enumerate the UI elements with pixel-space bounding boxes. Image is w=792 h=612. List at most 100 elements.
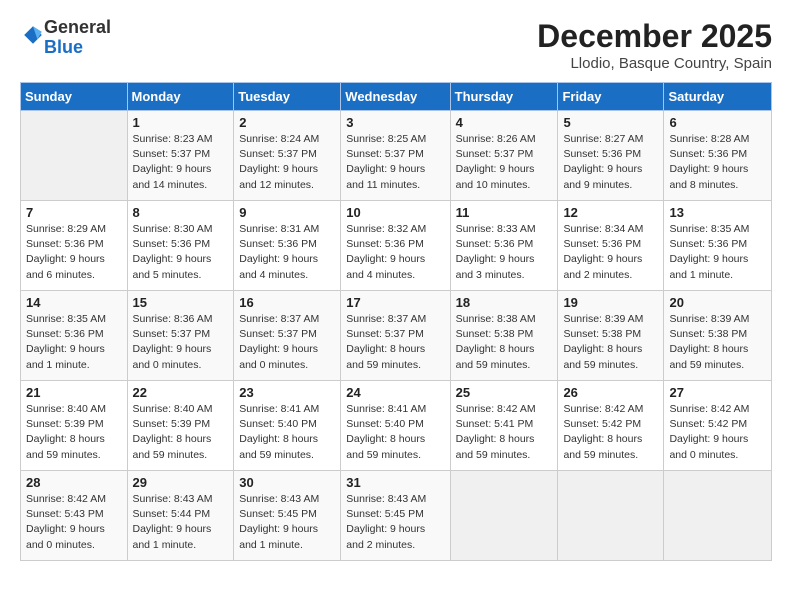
day-number: 14 (26, 295, 122, 310)
day-number: 9 (239, 205, 335, 220)
calendar-table: SundayMondayTuesdayWednesdayThursdayFrid… (20, 82, 772, 561)
day-info: Sunrise: 8:34 AMSunset: 5:36 PMDaylight:… (563, 222, 658, 283)
calendar-cell: 22Sunrise: 8:40 AMSunset: 5:39 PMDayligh… (127, 381, 234, 471)
weekday-header-wednesday: Wednesday (341, 83, 450, 111)
day-number: 7 (26, 205, 122, 220)
calendar-cell: 9 Sunrise: 8:31 AMSunset: 5:36 PMDaylight… (234, 201, 341, 291)
day-info: Sunrise: 8:35 AMSunset: 5:36 PMDaylight:… (669, 222, 766, 283)
calendar-cell: 24 Sunrise: 8:41 AMSunset: 5:40 PMDayligh… (341, 381, 450, 471)
logo-general-text: General (44, 17, 111, 37)
day-info: Sunrise: 8:39 AMSunset: 5:38 PMDaylight:… (669, 312, 766, 373)
day-number: 16 (239, 295, 335, 310)
day-number: 13 (669, 205, 766, 220)
day-info: Sunrise: 8:38 AMSunset: 5:38 PMDaylight:… (456, 312, 553, 373)
day-number: 10 (346, 205, 444, 220)
day-number: 19 (563, 295, 658, 310)
day-info: Sunrise: 8:26 AMSunset: 5:37 PMDaylight:… (456, 132, 553, 193)
day-number: 11 (456, 205, 553, 220)
day-number: 12 (563, 205, 658, 220)
day-info: Sunrise: 8:42 AMSunset: 5:42 PMDaylight:… (669, 402, 766, 463)
day-number: 6 (669, 115, 766, 130)
weekday-header-sunday: Sunday (21, 83, 128, 111)
header: General Blue December 2025 Llodio, Basqu… (20, 18, 772, 72)
calendar-cell (664, 471, 772, 561)
day-info: Sunrise: 8:42 AMSunset: 5:41 PMDaylight:… (456, 402, 553, 463)
calendar-cell: 17 Sunrise: 8:37 AMSunset: 5:37 PMDayligh… (341, 291, 450, 381)
day-info: Sunrise: 8:25 AMSunset: 5:37 PMDaylight:… (346, 132, 444, 193)
weekday-header-thursday: Thursday (450, 83, 558, 111)
day-info: Sunrise: 8:39 AMSunset: 5:38 PMDaylight:… (563, 312, 658, 373)
calendar-cell (450, 471, 558, 561)
day-number: 21 (26, 385, 122, 400)
day-info: Sunrise: 8:43 AMSunset: 5:44 PMDaylight:… (133, 492, 229, 553)
day-number: 1 (133, 115, 229, 130)
calendar-cell: 8 Sunrise: 8:30 AMSunset: 5:36 PMDaylight… (127, 201, 234, 291)
calendar-cell: 4 Sunrise: 8:26 AMSunset: 5:37 PMDaylight… (450, 111, 558, 201)
day-number: 8 (133, 205, 229, 220)
calendar-cell: 3Sunrise: 8:25 AMSunset: 5:37 PMDaylight… (341, 111, 450, 201)
calendar-cell: 7 Sunrise: 8:29 AMSunset: 5:36 PMDaylight… (21, 201, 128, 291)
day-info: Sunrise: 8:37 AMSunset: 5:37 PMDaylight:… (239, 312, 335, 373)
weekday-header-friday: Friday (558, 83, 664, 111)
calendar-cell: 14 Sunrise: 8:35 AMSunset: 5:36 PMDayligh… (21, 291, 128, 381)
day-info: Sunrise: 8:41 AMSunset: 5:40 PMDaylight:… (346, 402, 444, 463)
weekday-header-tuesday: Tuesday (234, 83, 341, 111)
day-info: Sunrise: 8:42 AMSunset: 5:42 PMDaylight:… (563, 402, 658, 463)
location: Llodio, Basque Country, Spain (537, 55, 772, 72)
day-number: 29 (133, 475, 229, 490)
calendar-body: 1 Sunrise: 8:23 AMSunset: 5:37 PMDaylight… (21, 111, 772, 561)
calendar-cell (21, 111, 128, 201)
calendar-cell: 20 Sunrise: 8:39 AMSunset: 5:38 PMDayligh… (664, 291, 772, 381)
day-info: Sunrise: 8:35 AMSunset: 5:36 PMDaylight:… (26, 312, 122, 373)
day-info: Sunrise: 8:32 AMSunset: 5:36 PMDaylight:… (346, 222, 444, 283)
day-info: Sunrise: 8:40 AMSunset: 5:39 PMDaylight:… (26, 402, 122, 463)
day-info: Sunrise: 8:42 AMSunset: 5:43 PMDaylight:… (26, 492, 122, 553)
weekday-header-monday: Monday (127, 83, 234, 111)
calendar-cell: 16 Sunrise: 8:37 AMSunset: 5:37 PMDayligh… (234, 291, 341, 381)
day-number: 24 (346, 385, 444, 400)
calendar-cell: 30 Sunrise: 8:43 AMSunset: 5:45 PMDayligh… (234, 471, 341, 561)
day-info: Sunrise: 8:27 AMSunset: 5:36 PMDaylight:… (563, 132, 658, 193)
day-number: 31 (346, 475, 444, 490)
calendar-header-row: SundayMondayTuesdayWednesdayThursdayFrid… (21, 83, 772, 111)
calendar-cell: 10 Sunrise: 8:32 AMSunset: 5:36 PMDayligh… (341, 201, 450, 291)
day-info: Sunrise: 8:41 AMSunset: 5:40 PMDaylight:… (239, 402, 335, 463)
calendar-cell: 5 Sunrise: 8:27 AMSunset: 5:36 PMDaylight… (558, 111, 664, 201)
day-number: 4 (456, 115, 553, 130)
weekday-header-saturday: Saturday (664, 83, 772, 111)
month-title: December 2025 (537, 18, 772, 55)
day-info: Sunrise: 8:30 AMSunset: 5:36 PMDaylight:… (133, 222, 229, 283)
calendar-cell: 31 Sunrise: 8:43 AMSunset: 5:45 PMDayligh… (341, 471, 450, 561)
day-number: 17 (346, 295, 444, 310)
day-number: 5 (563, 115, 658, 130)
day-info: Sunrise: 8:23 AMSunset: 5:37 PMDaylight:… (133, 132, 229, 193)
calendar-cell: 29 Sunrise: 8:43 AMSunset: 5:44 PMDayligh… (127, 471, 234, 561)
calendar-cell: 15Sunrise: 8:36 AMSunset: 5:37 PMDayligh… (127, 291, 234, 381)
day-info: Sunrise: 8:43 AMSunset: 5:45 PMDaylight:… (239, 492, 335, 553)
calendar-cell: 21 Sunrise: 8:40 AMSunset: 5:39 PMDayligh… (21, 381, 128, 471)
day-info: Sunrise: 8:43 AMSunset: 5:45 PMDaylight:… (346, 492, 444, 553)
day-info: Sunrise: 8:40 AMSunset: 5:39 PMDaylight:… (133, 402, 229, 463)
calendar-cell: 18Sunrise: 8:38 AMSunset: 5:38 PMDayligh… (450, 291, 558, 381)
day-info: Sunrise: 8:31 AMSunset: 5:36 PMDaylight:… (239, 222, 335, 283)
day-number: 25 (456, 385, 553, 400)
day-info: Sunrise: 8:33 AMSunset: 5:36 PMDaylight:… (456, 222, 553, 283)
day-info: Sunrise: 8:37 AMSunset: 5:37 PMDaylight:… (346, 312, 444, 373)
calendar-cell: 13 Sunrise: 8:35 AMSunset: 5:36 PMDayligh… (664, 201, 772, 291)
day-info: Sunrise: 8:28 AMSunset: 5:36 PMDaylight:… (669, 132, 766, 193)
day-number: 27 (669, 385, 766, 400)
calendar-cell: 27 Sunrise: 8:42 AMSunset: 5:42 PMDayligh… (664, 381, 772, 471)
day-number: 30 (239, 475, 335, 490)
calendar-week-row: 1 Sunrise: 8:23 AMSunset: 5:37 PMDaylight… (21, 111, 772, 201)
calendar-cell: 12 Sunrise: 8:34 AMSunset: 5:36 PMDayligh… (558, 201, 664, 291)
day-number: 28 (26, 475, 122, 490)
calendar-cell: 1 Sunrise: 8:23 AMSunset: 5:37 PMDaylight… (127, 111, 234, 201)
logo: General Blue (20, 18, 111, 58)
calendar-cell: 6 Sunrise: 8:28 AMSunset: 5:36 PMDaylight… (664, 111, 772, 201)
day-number: 15 (133, 295, 229, 310)
day-number: 20 (669, 295, 766, 310)
calendar-week-row: 14 Sunrise: 8:35 AMSunset: 5:36 PMDayligh… (21, 291, 772, 381)
calendar-cell: 28 Sunrise: 8:42 AMSunset: 5:43 PMDayligh… (21, 471, 128, 561)
day-info: Sunrise: 8:29 AMSunset: 5:36 PMDaylight:… (26, 222, 122, 283)
calendar-cell: 2Sunrise: 8:24 AMSunset: 5:37 PMDaylight… (234, 111, 341, 201)
